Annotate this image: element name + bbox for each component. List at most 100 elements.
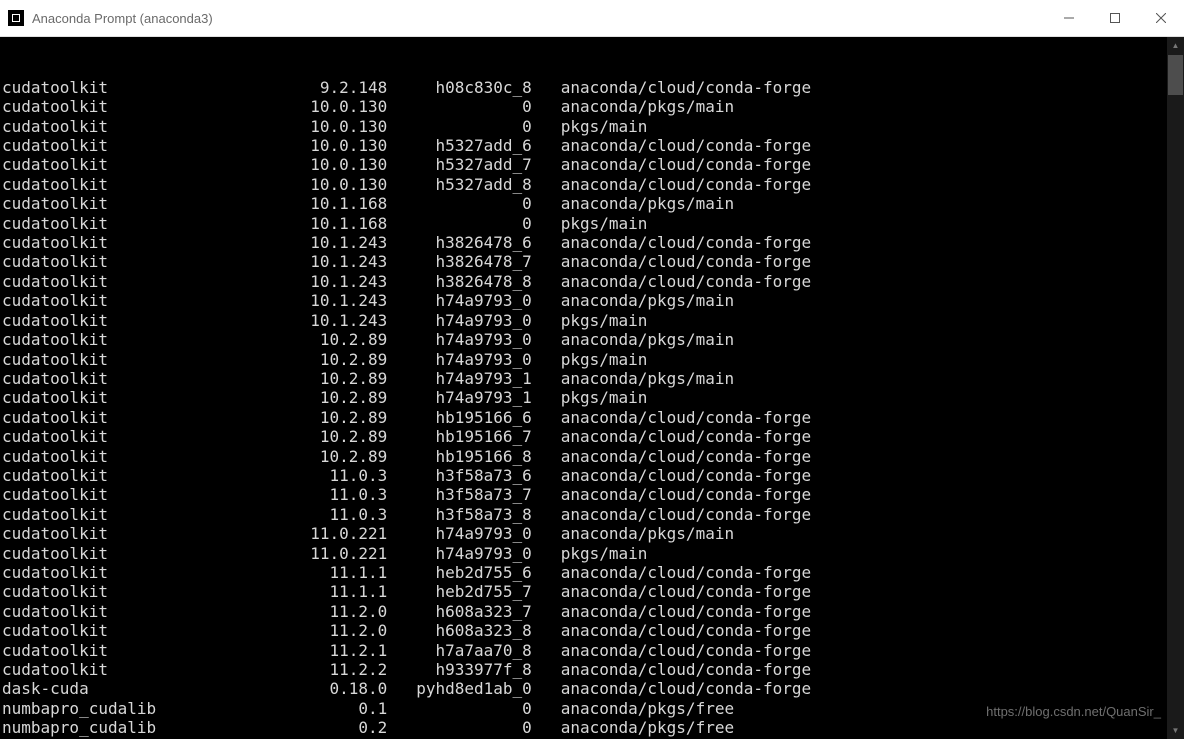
package-version: 11.2.0 [214, 602, 387, 621]
package-name: cudatoolkit [2, 602, 214, 621]
package-version: 11.0.221 [214, 544, 387, 563]
package-build: h3826478_7 [387, 252, 560, 271]
package-row: cudatoolkit11.0.3h3f58a73_6anaconda/clou… [2, 466, 1167, 485]
package-version: 10.1.243 [214, 233, 387, 252]
package-build: h74a9793_1 [387, 388, 560, 407]
package-version: 10.2.89 [214, 427, 387, 446]
package-row: cudatoolkit11.2.0h608a323_7anaconda/clou… [2, 602, 1167, 621]
package-name: numbapro_cudalib [2, 718, 214, 737]
package-channel: anaconda/cloud/conda-forge [561, 233, 811, 252]
package-version: 10.0.130 [214, 155, 387, 174]
package-build: h74a9793_0 [387, 330, 560, 349]
package-channel: anaconda/cloud/conda-forge [561, 485, 811, 504]
package-row: cudatoolkit10.0.1300anaconda/pkgs/main [2, 97, 1167, 116]
package-name: numbapro_cudalib [2, 699, 214, 718]
package-channel: pkgs/main [561, 544, 648, 563]
package-channel: anaconda/cloud/conda-forge [561, 563, 811, 582]
package-row: cudatoolkit11.2.1h7a7aa70_8anaconda/clou… [2, 641, 1167, 660]
package-build: h74a9793_0 [387, 350, 560, 369]
package-row: dask-cuda0.18.0pyhd8ed1ab_0anaconda/clou… [2, 679, 1167, 698]
package-build: heb2d755_6 [387, 563, 560, 582]
package-version: 0.1 [214, 699, 387, 718]
package-build: h74a9793_0 [387, 291, 560, 310]
package-channel: anaconda/pkgs/main [561, 194, 734, 213]
package-channel: anaconda/cloud/conda-forge [561, 466, 811, 485]
package-version: 10.0.130 [214, 97, 387, 116]
package-channel: anaconda/pkgs/main [561, 97, 734, 116]
package-version: 0.2 [214, 718, 387, 737]
package-version: 11.0.3 [214, 466, 387, 485]
scroll-down-icon[interactable]: ▼ [1167, 722, 1184, 739]
package-row: cudatoolkit10.1.1680anaconda/pkgs/main [2, 194, 1167, 213]
package-version: 10.2.89 [214, 447, 387, 466]
package-name: cudatoolkit [2, 350, 214, 369]
vertical-scrollbar[interactable]: ▲ ▼ [1167, 37, 1184, 739]
window-titlebar: Anaconda Prompt (anaconda3) [0, 0, 1184, 37]
package-build: heb2d755_7 [387, 582, 560, 601]
package-name: cudatoolkit [2, 252, 214, 271]
package-name: cudatoolkit [2, 485, 214, 504]
close-button[interactable] [1138, 0, 1184, 36]
package-row: cudatoolkit10.1.243h3826478_8anaconda/cl… [2, 272, 1167, 291]
terminal-output[interactable]: cudatoolkit 9.2.148h08c830c_8 anaconda/clo… [0, 37, 1167, 739]
package-channel: anaconda/pkgs/main [561, 369, 734, 388]
scroll-up-icon[interactable]: ▲ [1167, 37, 1184, 54]
package-channel: anaconda/pkgs/main [561, 524, 734, 543]
package-build: h74a9793_0 [387, 311, 560, 330]
package-version: 10.2.89 [214, 369, 387, 388]
package-row: cudatoolkit10.0.130h5327add_8anaconda/cl… [2, 175, 1167, 194]
package-channel: anaconda/cloud/conda-forge [561, 155, 811, 174]
package-build: h3f58a73_8 [387, 505, 560, 524]
package-row: cudatoolkit11.0.221h74a9793_0pkgs/main [2, 544, 1167, 563]
package-version: 11.1.1 [214, 582, 387, 601]
package-name: cudatoolkit [2, 621, 214, 640]
package-build: h5327add_8 [387, 175, 560, 194]
scrollbar-thumb[interactable] [1168, 55, 1183, 95]
package-version: 11.0.221 [214, 524, 387, 543]
package-row: cudatoolkit10.2.89h74a9793_1pkgs/main [2, 388, 1167, 407]
package-name: cudatoolkit [2, 233, 214, 252]
package-build: h08c830c_8 [387, 78, 560, 97]
package-name: cudatoolkit [2, 175, 214, 194]
package-row: cudatoolkit11.1.1heb2d755_7anaconda/clou… [2, 582, 1167, 601]
package-name: cudatoolkit [2, 155, 214, 174]
package-channel: anaconda/cloud/conda-forge [561, 427, 811, 446]
package-name: cudatoolkit [2, 582, 214, 601]
package-version: 11.2.1 [214, 641, 387, 660]
app-icon [8, 10, 24, 26]
package-row: cudatoolkit10.0.130h5327add_7anaconda/cl… [2, 155, 1167, 174]
package-version: 9.2.148 [214, 78, 387, 97]
package-channel: anaconda/cloud/conda-forge [561, 621, 811, 640]
package-channel: anaconda/cloud/conda-forge [561, 660, 811, 679]
package-row: cudatoolkit10.0.1300pkgs/main [2, 117, 1167, 136]
package-build: pyhd8ed1ab_0 [387, 679, 560, 698]
package-name: cudatoolkit [2, 272, 214, 291]
package-build: h3f58a73_7 [387, 485, 560, 504]
minimize-button[interactable] [1046, 0, 1092, 36]
package-version: 10.2.89 [214, 350, 387, 369]
package-name: cudatoolkit [2, 505, 214, 524]
package-version: 10.1.243 [214, 272, 387, 291]
package-name: cudatoolkit [2, 408, 214, 427]
package-row: cudatoolkit9.2.148h08c830c_8anaconda/clo… [2, 78, 1167, 97]
package-row: cudatoolkit11.0.221h74a9793_0anaconda/pk… [2, 524, 1167, 543]
package-name: cudatoolkit [2, 214, 214, 233]
package-name: cudatoolkit [2, 563, 214, 582]
package-channel: anaconda/cloud/conda-forge [561, 602, 811, 621]
package-row: cudatoolkit11.1.1heb2d755_6anaconda/clou… [2, 563, 1167, 582]
package-build: hb195166_6 [387, 408, 560, 427]
package-row: cudatoolkit10.1.243h3826478_6anaconda/cl… [2, 233, 1167, 252]
package-channel: pkgs/main [561, 214, 648, 233]
window-controls [1046, 0, 1184, 36]
package-channel: pkgs/main [561, 117, 648, 136]
package-channel: anaconda/cloud/conda-forge [561, 582, 811, 601]
package-build: h5327add_7 [387, 155, 560, 174]
package-row: cudatoolkit10.2.89hb195166_7anaconda/clo… [2, 427, 1167, 446]
maximize-button[interactable] [1092, 0, 1138, 36]
package-channel: anaconda/pkgs/free [561, 718, 734, 737]
package-build: h74a9793_1 [387, 369, 560, 388]
package-build: h608a323_8 [387, 621, 560, 640]
watermark-text: https://blog.csdn.net/QuanSir_ [986, 702, 1161, 721]
package-version: 10.2.89 [214, 388, 387, 407]
package-build: h7a7aa70_8 [387, 641, 560, 660]
